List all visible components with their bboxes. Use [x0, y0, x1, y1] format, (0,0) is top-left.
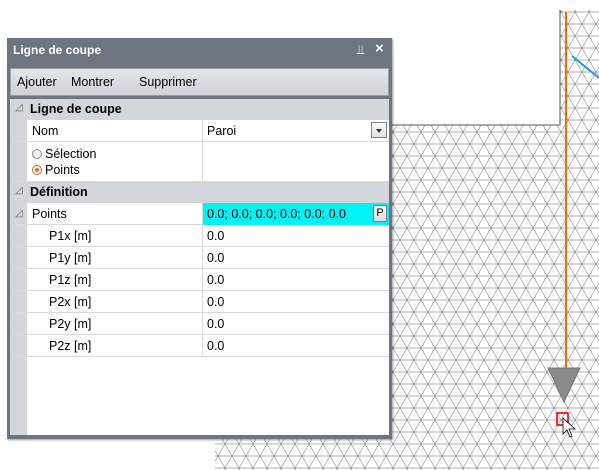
accent-line [571, 55, 599, 79]
mouse-cursor-icon [562, 417, 577, 438]
property-row-coord: P2x [m] 0.0 [10, 291, 389, 313]
collapse-icon[interactable]: ◿ [15, 185, 23, 196]
category-title: Définition [30, 185, 88, 199]
property-row-points: ◿ Points 0.0; 0.0; 0.0; 0.0; 0.0; 0.0 P [10, 203, 389, 225]
coord-input[interactable]: 0.0 [202, 313, 389, 335]
coord-input[interactable]: 0.0 [202, 335, 389, 357]
property-value: 0.0 [207, 295, 225, 309]
property-row-name: Nom Paroi [10, 120, 389, 142]
radio-checked-icon[interactable] [32, 165, 42, 175]
property-label: P2x [m] [49, 295, 92, 309]
panel-title: Ligne de coupe [13, 43, 102, 57]
radio-points[interactable]: Points [32, 163, 80, 177]
category-section-line[interactable]: ◿ Ligne de coupe [10, 99, 389, 120]
pin-icon[interactable]: ⫫ [357, 42, 364, 58]
property-row-coord: P2y [m] 0.0 [10, 313, 389, 335]
coord-input[interactable]: 0.0 [202, 247, 389, 269]
property-row-mode: Sélection Points [10, 142, 389, 182]
name-select[interactable]: Paroi [202, 120, 389, 142]
property-value: 0.0 [207, 339, 225, 353]
property-label: P1z [m] [49, 273, 92, 287]
property-grid: ◿ Ligne de coupe Nom Paroi Sélection Poi… [10, 99, 389, 435]
radio-label: Sélection [45, 147, 97, 161]
property-value: 0.0 [207, 317, 225, 331]
property-row-coord: P1x [m] 0.0 [10, 225, 389, 247]
chevron-down-icon[interactable] [371, 122, 387, 138]
property-value: 0.0 [207, 229, 225, 243]
delete-button[interactable]: Supprimer [139, 75, 197, 89]
points-pick-button[interactable]: P [373, 205, 387, 222]
property-label: P1x [m] [49, 229, 92, 243]
radio-icon[interactable] [32, 149, 42, 159]
property-row-coord: P2z [m] 0.0 [10, 335, 389, 357]
panel-title-bar[interactable]: Ligne de coupe ⫫ × [7, 38, 392, 62]
coord-input[interactable]: 0.0 [202, 291, 389, 313]
property-row-coord: P1y [m] 0.0 [10, 247, 389, 269]
close-icon[interactable]: × [375, 40, 384, 57]
coord-input[interactable]: 0.0 [202, 269, 389, 291]
property-label: P2y [m] [49, 317, 92, 331]
coord-input[interactable]: 0.0 [202, 225, 389, 247]
property-value: 0.0; 0.0; 0.0; 0.0; 0.0; 0.0 [207, 207, 346, 221]
property-label: Points [32, 207, 67, 221]
add-button[interactable]: Ajouter [17, 75, 57, 89]
category-title: Ligne de coupe [30, 102, 122, 116]
points-input[interactable]: 0.0; 0.0; 0.0; 0.0; 0.0; 0.0 P [202, 203, 389, 225]
collapse-icon[interactable]: ◿ [15, 102, 23, 113]
property-label: P1y [m] [49, 251, 92, 265]
property-value: Paroi [207, 124, 237, 138]
show-button[interactable]: Montrer [71, 75, 114, 89]
property-row-coord: P1z [m] 0.0 [10, 269, 389, 291]
collapse-icon[interactable]: ◿ [15, 208, 23, 219]
property-label: P2z [m] [49, 339, 92, 353]
radio-label: Points [45, 163, 80, 177]
radio-selection[interactable]: Sélection [32, 147, 96, 161]
property-label: Nom [32, 124, 59, 138]
category-definition[interactable]: ◿ Définition [10, 182, 389, 203]
mode-value-cell [202, 142, 389, 182]
section-line-panel: Ligne de coupe ⫫ × Ajouter Montrer Suppr… [7, 38, 392, 439]
property-value: 0.0 [207, 251, 225, 265]
panel-toolbar: Ajouter Montrer Supprimer [10, 68, 389, 96]
property-value: 0.0 [207, 273, 225, 287]
section-arrow-icon [547, 367, 581, 404]
